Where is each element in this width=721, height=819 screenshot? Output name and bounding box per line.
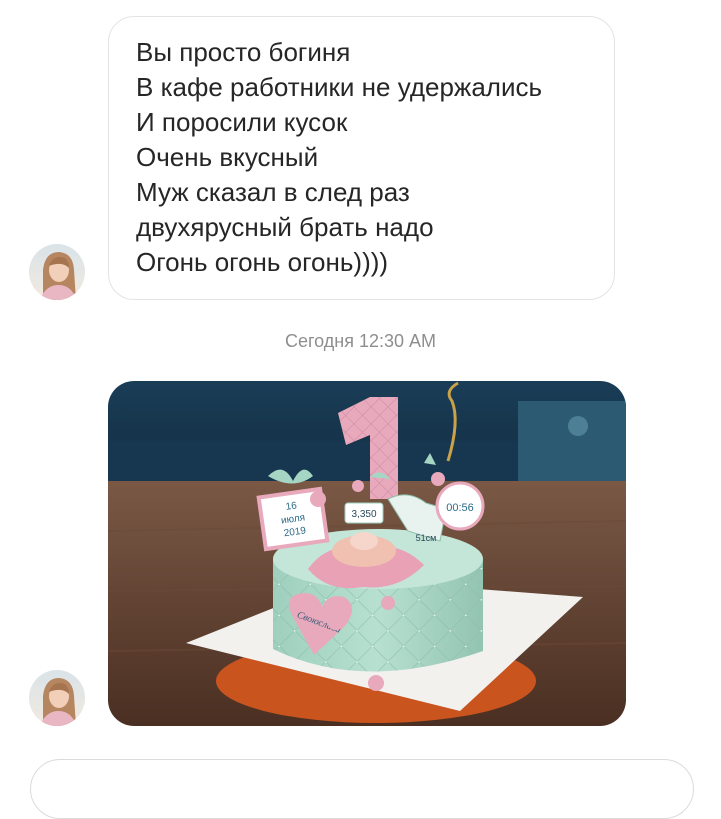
message-line: В кафе работники не удержались	[136, 72, 543, 102]
time-label: 00:56	[446, 502, 474, 514]
sender-avatar[interactable]	[29, 244, 85, 300]
message-composer[interactable]	[30, 759, 694, 819]
sender-avatar[interactable]	[29, 670, 85, 726]
message-line: Очень вкусный	[136, 142, 319, 172]
message-line: Вы просто богиня	[136, 37, 351, 67]
length-label: 51см	[416, 533, 437, 543]
card-day: 16	[285, 500, 298, 513]
message-line: Огонь огонь огонь))))	[136, 247, 389, 277]
weight-label: 3,350	[351, 509, 376, 520]
message-line: И поросили кусок	[136, 107, 348, 137]
photo-message[interactable]: 16 июля 2019 3,350 51см 00:56 Своюслава	[108, 381, 626, 726]
message-timestamp: Сегодня 12:30 AM	[284, 331, 437, 351]
message-line: двухярусный брать надо	[136, 212, 434, 242]
cake-photo: 16 июля 2019 3,350 51см 00:56 Своюслава	[108, 381, 626, 726]
avatar-photo	[29, 670, 85, 726]
incoming-message-bubble[interactable]: Вы просто богиня В кафе работники не уде…	[108, 16, 615, 300]
avatar-photo	[29, 244, 85, 300]
message-line: Муж сказал в след раз	[136, 177, 410, 207]
